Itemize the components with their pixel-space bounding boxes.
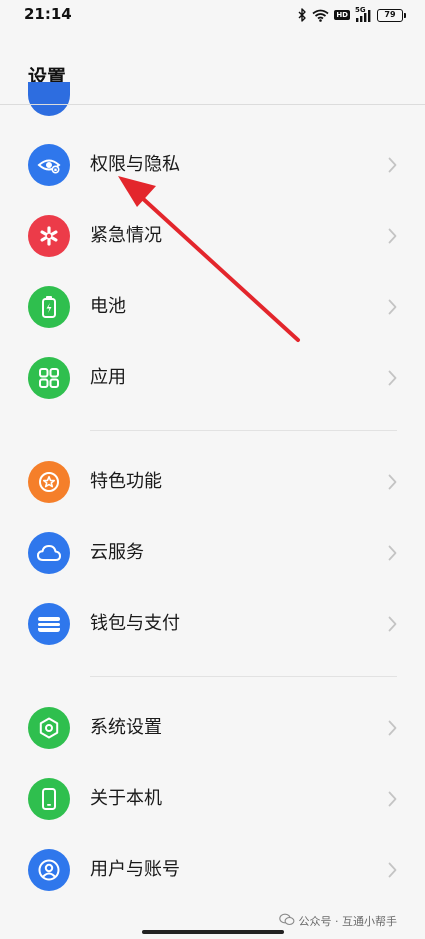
settings-item-about-phone[interactable]: 关于本机 (0, 764, 425, 834)
watermark-text: 公众号 · 互通小帮手 (298, 915, 398, 928)
status-time: 21:14 (24, 5, 72, 23)
chevron-right-icon (388, 862, 397, 882)
star-badge-icon (28, 461, 70, 503)
hd-icon: HD (334, 10, 350, 20)
chevron-right-icon (388, 228, 397, 248)
signal-icon: 5G (355, 6, 372, 22)
item-label: 权限与隐私 (90, 154, 180, 175)
settings-item-permissions-privacy[interactable]: 权限与隐私 (0, 130, 425, 200)
battery-icon: 79 (377, 8, 406, 22)
apps-grid-icon (28, 357, 70, 399)
home-indicator[interactable] (142, 930, 284, 934)
chevron-right-icon (388, 616, 397, 636)
settings-item-cloud-service[interactable]: 云服务 (0, 518, 425, 588)
item-label: 钱包与支付 (90, 613, 180, 634)
wallet-icon (28, 603, 70, 645)
item-label: 电池 (90, 296, 126, 317)
chevron-right-icon (388, 157, 397, 177)
settings-item-battery[interactable]: 电池 (0, 272, 425, 342)
hexagon-gear-icon (28, 707, 70, 749)
item-label: 应用 (90, 367, 126, 388)
cloud-icon (28, 532, 70, 574)
chevron-right-icon (388, 474, 397, 494)
item-label: 紧急情况 (90, 225, 162, 246)
settings-item-emergency[interactable]: 紧急情况 (0, 201, 425, 271)
group-divider (90, 676, 397, 677)
emergency-asterisk-icon (28, 215, 70, 257)
settings-item-system-settings[interactable]: 系统设置 (0, 693, 425, 763)
bluetooth-icon (298, 8, 307, 22)
wifi-icon (312, 9, 329, 22)
partially-scrolled-item-icon[interactable] (28, 82, 70, 116)
chevron-right-icon (388, 720, 397, 740)
user-account-icon (28, 849, 70, 891)
settings-item-users-accounts[interactable]: 用户与账号 (0, 835, 425, 905)
settings-item-special-features[interactable]: 特色功能 (0, 447, 425, 517)
item-label: 关于本机 (90, 788, 162, 809)
eye-lock-icon (28, 144, 70, 186)
battery-charge-icon (28, 286, 70, 328)
status-bar: 21:14 HD 5G 79 (0, 0, 425, 30)
header-divider (0, 104, 425, 105)
chevron-right-icon (388, 299, 397, 319)
item-label: 特色功能 (90, 471, 162, 492)
chevron-right-icon (388, 370, 397, 390)
item-label: 云服务 (90, 542, 144, 563)
chevron-right-icon (388, 545, 397, 565)
phone-icon (28, 778, 70, 820)
settings-item-apps[interactable]: 应用 (0, 343, 425, 413)
item-label: 用户与账号 (90, 859, 180, 880)
chevron-right-icon (388, 791, 397, 811)
settings-item-wallet-payment[interactable]: 钱包与支付 (0, 589, 425, 659)
watermark: 公众号 · 互通小帮手 (278, 913, 398, 929)
status-icons: HD 5G 79 (298, 6, 406, 24)
group-divider (90, 430, 397, 431)
wechat-icon (278, 913, 295, 929)
item-label: 系统设置 (90, 717, 162, 738)
